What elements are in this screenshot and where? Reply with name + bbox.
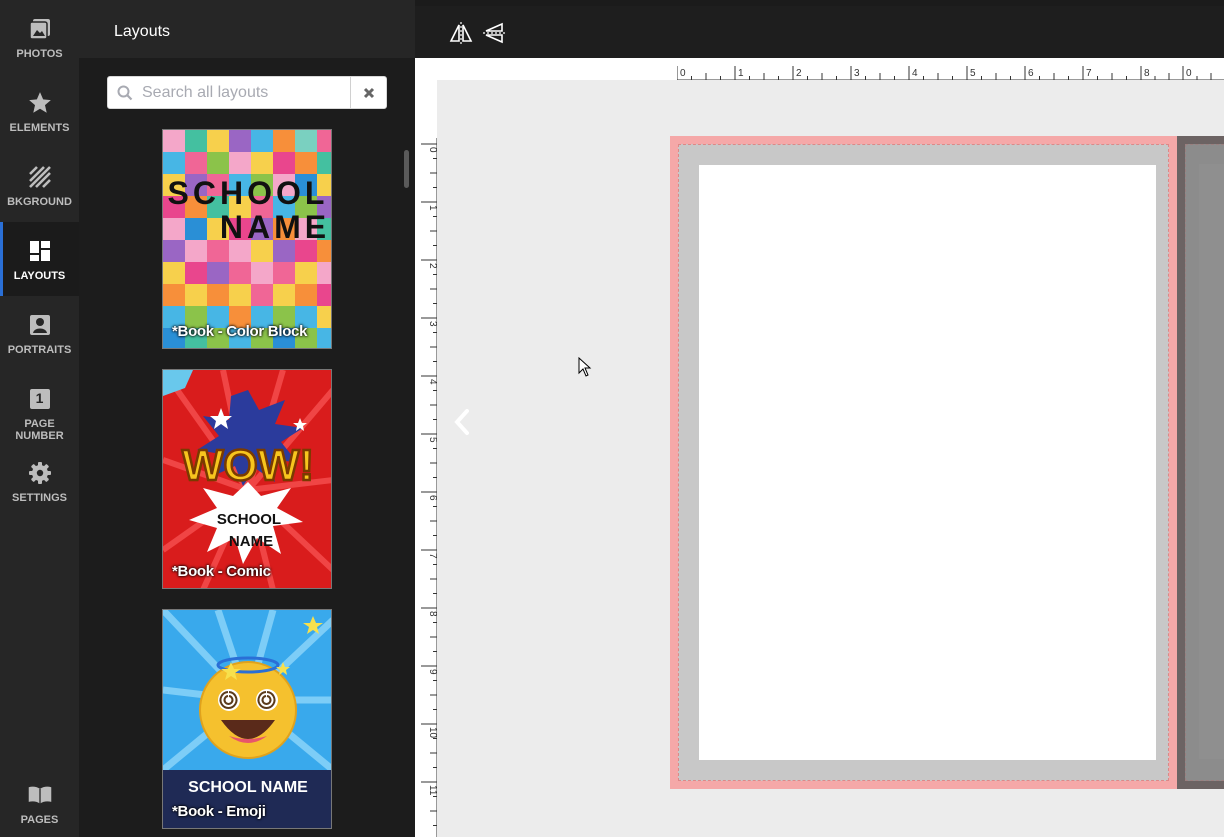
h-ruler-label: 0 [1186, 68, 1192, 79]
v-ruler-label: 5 [427, 437, 437, 443]
search-icon [117, 85, 133, 101]
v-ruler-label: 3 [427, 321, 437, 327]
flip-horizontal-icon [449, 22, 473, 44]
background-icon [27, 164, 53, 190]
rail-label-pages: PAGES [20, 814, 59, 826]
book-icon [27, 782, 53, 808]
color-block-school-text: SCHOOL [168, 175, 329, 211]
h-ruler-label: 1 [738, 68, 744, 79]
v-ruler-label: 8 [427, 611, 437, 617]
layouts-scrollbar[interactable] [404, 150, 409, 188]
panel-title: Layouts [114, 23, 171, 40]
editor-toolbar [415, 6, 1224, 58]
right-page-bleed [1177, 136, 1224, 789]
page-number-badge: 1 [35, 390, 44, 406]
rail-label-page-number: PAGE NUMBER [15, 418, 64, 442]
v-ruler-label: 11 [427, 785, 437, 796]
rail-item-page-number[interactable]: 1 PAGE NUMBER [0, 370, 79, 444]
left-page-bleed [670, 136, 1177, 789]
color-block-artwork: SCHOOL NAME [163, 130, 331, 348]
h-ruler-label: 6 [1028, 68, 1034, 79]
mouse-cursor-icon [578, 356, 592, 377]
rail-label-photos: PHOTOS [16, 48, 63, 60]
panel-header: Layouts [79, 0, 415, 58]
h-ruler-label: 0 [680, 68, 686, 79]
flip-vertical-button[interactable] [483, 22, 507, 44]
rail-label-background: BKGROUND [7, 196, 72, 208]
rail-item-elements[interactable]: ELEMENTS [0, 74, 79, 148]
rail-label-layouts: LAYOUTS [13, 270, 66, 282]
rail-item-background[interactable]: BKGROUND [0, 148, 79, 222]
v-ruler-label: 4 [427, 379, 437, 385]
comic-artwork: WOW! SCHOOL NAME [163, 370, 331, 588]
v-ruler-label: 2 [427, 263, 437, 269]
clear-search-button[interactable] [350, 77, 386, 108]
layout-thumb-emoji[interactable]: SCHOOL NAME *Book - Emoji [162, 609, 332, 829]
layout-thumb-comic[interactable]: WOW! SCHOOL NAME *Book - Comic [162, 369, 332, 589]
rail-item-settings[interactable]: SETTINGS [0, 444, 79, 518]
rail-label-elements: ELEMENTS [9, 122, 70, 134]
v-ruler-label: 7 [427, 553, 437, 559]
h-ruler-label: 3 [854, 68, 860, 79]
left-page[interactable] [699, 165, 1156, 760]
star-icon [27, 90, 53, 116]
layout-label-comic: *Book - Comic [172, 563, 271, 580]
color-block-name-text: NAME [220, 209, 330, 245]
photos-icon [27, 16, 53, 42]
emoji-school-name-text: SCHOOL NAME [188, 779, 308, 796]
portrait-icon [27, 312, 53, 338]
comic-school-text: SCHOOL [217, 511, 281, 528]
v-ruler-label: 1 [427, 205, 437, 211]
search-input[interactable] [142, 77, 350, 108]
layout-thumb-color-block[interactable]: SCHOOL NAME *Book - Color Block [162, 129, 332, 349]
h-ruler-label: 4 [912, 68, 918, 79]
h-ruler-label: 5 [970, 68, 976, 79]
flip-horizontal-button[interactable] [449, 22, 473, 44]
emoji-artwork: SCHOOL NAME [163, 610, 331, 828]
comic-name-text: NAME [229, 533, 273, 550]
horizontal-ruler: 0 1 2 3 4 5 6 7 8 0 [677, 58, 1224, 80]
search-box [107, 76, 387, 109]
rail-item-portraits[interactable]: PORTRAITS [0, 296, 79, 370]
rail-item-photos[interactable]: PHOTOS [0, 0, 79, 74]
previous-page-button[interactable] [452, 408, 472, 436]
right-page[interactable] [1199, 164, 1224, 759]
rail-item-layouts[interactable]: LAYOUTS [0, 222, 79, 296]
close-icon [363, 87, 374, 98]
h-ruler-label: 7 [1086, 68, 1092, 79]
flip-vertical-icon [483, 22, 507, 44]
v-ruler-label: 10 [427, 727, 437, 739]
gear-icon [27, 460, 53, 486]
v-ruler-label: 9 [427, 669, 437, 675]
h-ruler-label: 2 [796, 68, 802, 79]
rail-label-settings: SETTINGS [11, 492, 67, 504]
vertical-ruler: 0 1 2 3 4 5 6 7 8 9 10 11 [415, 138, 437, 837]
rail-item-pages[interactable]: PAGES [0, 766, 79, 837]
icon-rail: PHOTOS ELEMENTS BKGROUND LAYOUTS PORTRAI… [0, 0, 79, 837]
rail-label-portraits: PORTRAITS [7, 344, 72, 356]
layouts-icon [27, 238, 53, 264]
chevron-left-icon [454, 409, 469, 435]
page-number-icon: 1 [27, 386, 53, 412]
v-ruler-label: 0 [427, 147, 437, 153]
layout-label-color-block: *Book - Color Block [172, 323, 308, 340]
layouts-panel: Layouts SCHOOL N [79, 0, 415, 837]
layout-label-emoji: *Book - Emoji [172, 803, 266, 820]
h-ruler-label: 8 [1144, 68, 1150, 79]
v-ruler-label: 6 [427, 495, 437, 501]
